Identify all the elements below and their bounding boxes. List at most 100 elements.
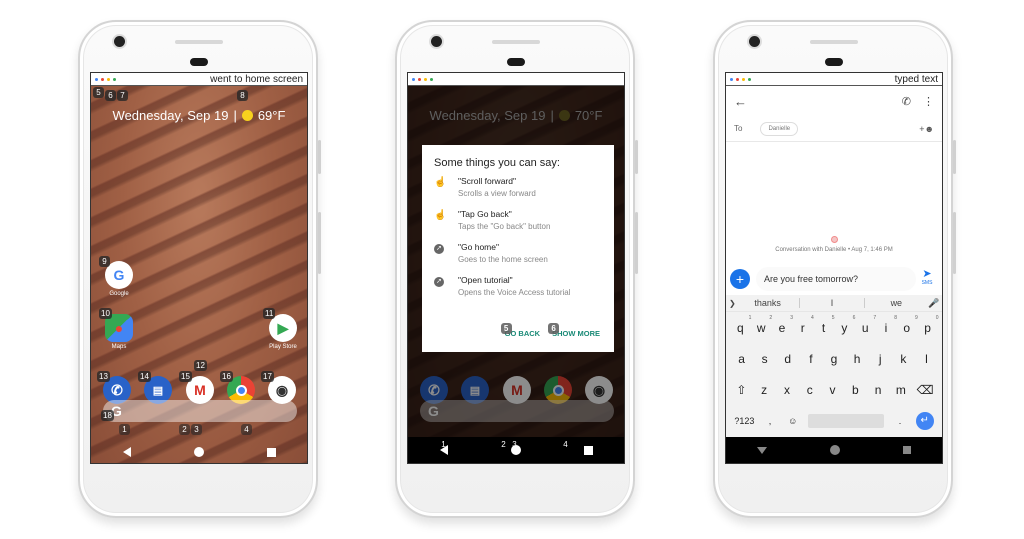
emoji-icon[interactable]: ☺ (786, 416, 800, 426)
badge-7[interactable]: 7 (117, 90, 128, 101)
add-people-icon[interactable]: +☻ (919, 124, 934, 134)
key-k[interactable]: k (896, 352, 910, 366)
key-w[interactable]: w2 (754, 315, 772, 335)
shift-key[interactable]: ⇧ (734, 383, 748, 397)
badge-15[interactable]: 15 (179, 371, 192, 382)
google-g-icon: G (428, 403, 439, 419)
volume-button (635, 212, 638, 274)
space-key[interactable] (808, 413, 885, 428)
badge-12[interactable]: 12 (194, 360, 207, 371)
home-icon[interactable] (193, 447, 204, 457)
backspace-icon[interactable]: ⌫ (917, 383, 934, 397)
badge-3[interactable]: 3 (191, 424, 202, 435)
badge-2[interactable]: 2 (498, 439, 509, 450)
app-google[interactable]: G Google (105, 261, 133, 297)
badge-6[interactable]: 6 (105, 90, 116, 101)
go-back-button[interactable]: 5 GO BACK (500, 323, 540, 338)
key-y[interactable]: y6 (837, 315, 855, 335)
key-m[interactable]: m (894, 383, 908, 397)
key-h[interactable]: h (850, 352, 864, 366)
key-i[interactable]: i8 (879, 315, 897, 335)
enter-key[interactable]: ↵ (915, 411, 934, 430)
badge-2[interactable]: 2 (179, 424, 190, 435)
key-a[interactable]: a (735, 352, 749, 366)
key-t[interactable]: t5 (817, 315, 835, 335)
badge-9[interactable]: 9 (99, 256, 110, 267)
badge-16[interactable]: 16 (220, 371, 233, 382)
recents-icon[interactable] (266, 447, 276, 457)
key-e[interactable]: e3 (775, 315, 793, 335)
key-q[interactable]: q1 (733, 315, 751, 335)
badge-1[interactable]: 1 (119, 424, 130, 435)
key-l[interactable]: l (919, 352, 933, 366)
badge-6[interactable]: 6 (548, 323, 560, 334)
to-label: To (734, 124, 743, 133)
key-f[interactable]: f (804, 352, 818, 366)
key-r[interactable]: r4 (796, 315, 814, 335)
badge-1[interactable]: 1 (438, 439, 449, 450)
google-search-bar: G (420, 400, 614, 422)
key-g[interactable]: g (827, 352, 841, 366)
badge-18[interactable]: 18 (101, 410, 114, 421)
key-row-2: asdfghjkl (726, 343, 942, 374)
back-icon[interactable] (122, 447, 131, 457)
send-sms-button[interactable]: ➤ SMS (916, 269, 938, 288)
contact-avatar-icon (830, 236, 838, 243)
status-text: went to home screen (210, 73, 303, 85)
hide-keyboard-icon[interactable] (757, 446, 768, 454)
badge-5[interactable]: 5 (93, 87, 104, 98)
google-search-bar[interactable]: G (103, 400, 297, 422)
key-z[interactable]: z (757, 383, 771, 397)
badge-4[interactable]: 4 (241, 424, 252, 435)
show-more-button[interactable]: 6 SHOW MORE (548, 323, 600, 338)
suggestion[interactable]: thanks (736, 298, 799, 308)
power-button (318, 140, 321, 174)
more-options-icon[interactable]: ⋮ (923, 95, 934, 108)
app-maps[interactable]: ● Maps (105, 314, 133, 350)
badge-10[interactable]: 10 (99, 308, 112, 319)
front-camera (114, 36, 125, 47)
back-arrow-icon[interactable]: ← (734, 94, 747, 109)
key-c[interactable]: c (803, 383, 817, 397)
home-icon[interactable] (829, 445, 840, 455)
app-label: Maps (111, 344, 127, 350)
symbols-key[interactable]: ?123 (734, 416, 754, 426)
key-s[interactable]: s (758, 352, 772, 366)
key-j[interactable]: j (873, 352, 887, 366)
navigation-bar (726, 437, 942, 463)
date-weather-widget[interactable]: Wednesday, Sep 19 | 69°F (91, 108, 307, 123)
badge-11[interactable]: 11 (263, 308, 276, 319)
badge-13[interactable]: 13 (97, 371, 110, 382)
badge-5[interactable]: 5 (500, 323, 512, 334)
key-p[interactable]: p0 (921, 315, 938, 335)
chevron-right-icon[interactable]: ❯ (726, 299, 736, 308)
badge-4[interactable]: 4 (560, 439, 571, 450)
key-o[interactable]: o9 (900, 315, 917, 335)
recents-icon[interactable] (583, 445, 593, 455)
suggestion[interactable]: we (865, 298, 928, 308)
key-u[interactable]: u7 (858, 315, 876, 335)
microphone-icon[interactable]: 🎤 (928, 298, 942, 309)
key-n[interactable]: n (871, 383, 885, 397)
recipient-chip[interactable]: Danielle (760, 121, 799, 136)
recents-icon[interactable] (902, 446, 911, 454)
add-attachment-button[interactable]: + (730, 269, 750, 289)
key-b[interactable]: b (848, 383, 862, 397)
badge-14[interactable]: 14 (138, 371, 151, 382)
key-x[interactable]: x (780, 383, 794, 397)
period-key[interactable]: . (893, 416, 907, 426)
badge-3[interactable]: 3 (509, 439, 520, 450)
key-d[interactable]: d (781, 352, 795, 366)
status-text: typed text (894, 73, 938, 85)
badge-8[interactable]: 8 (237, 90, 248, 101)
app-play-store[interactable]: ▶ Play Store (269, 314, 297, 350)
suggestion-strip: ❯ thanks I we 🎤 (726, 295, 942, 312)
call-icon[interactable]: ✆ (902, 95, 911, 108)
app-bar: ← ✆ ⋮ (726, 86, 942, 116)
message-input[interactable]: Are you free tomorrow? (756, 267, 916, 291)
comma-key[interactable]: , (763, 416, 777, 426)
key-v[interactable]: v (826, 383, 840, 397)
wallpaper: 5 6 7 8 Wednesday, Sep 19 | 69°F 9 G Goo… (91, 86, 307, 463)
badge-17[interactable]: 17 (261, 371, 274, 382)
suggestion[interactable]: I (800, 298, 863, 308)
